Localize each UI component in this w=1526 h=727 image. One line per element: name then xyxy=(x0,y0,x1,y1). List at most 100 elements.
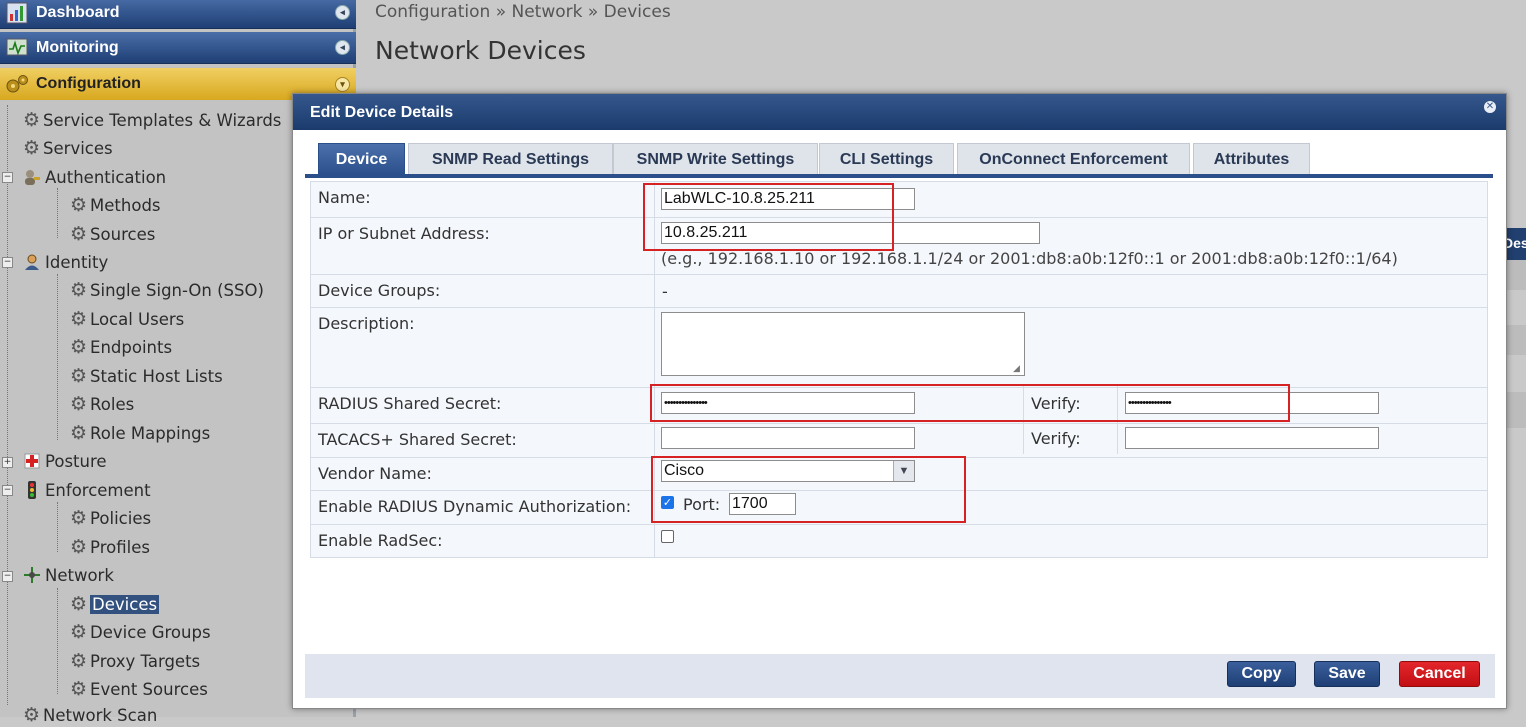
tree-item-device-groups[interactable]: ⚙ Device Groups xyxy=(70,620,211,644)
tacacs-secret-label: TACACS+ Shared Secret: xyxy=(310,423,655,458)
tacacs-secret-input[interactable] xyxy=(661,427,915,449)
tree-label: Role Mappings xyxy=(90,423,211,443)
gear-icon: ⚙ xyxy=(70,193,88,216)
tree-item-event-sources[interactable]: ⚙ Event Sources xyxy=(70,677,208,701)
device-groups-value: - xyxy=(662,282,668,301)
device-groups-label: Device Groups: xyxy=(310,274,655,308)
ip-format-hint: (e.g., 192.168.1.10 or 192.168.1.1/24 or… xyxy=(661,249,1398,268)
tree-item-local-users[interactable]: ⚙ Local Users xyxy=(70,307,184,331)
ip-address-input[interactable]: 10.8.25.211 xyxy=(661,222,1040,244)
tree-item-methods[interactable]: ⚙ Methods xyxy=(70,193,161,217)
tree-label: Posture xyxy=(45,451,107,471)
nav-dashboard[interactable]: Dashboard ◂ xyxy=(0,0,356,29)
tree-item-identity[interactable]: Identity xyxy=(23,250,108,274)
breadcrumb: Configuration » Network » Devices xyxy=(375,2,671,22)
tree-item-static-host-lists[interactable]: ⚙ Static Host Lists xyxy=(70,364,223,388)
collapse-icon[interactable]: − xyxy=(2,571,13,582)
tree-item-sso[interactable]: ⚙ Single Sign-On (SSO) xyxy=(70,278,264,302)
resize-handle-icon[interactable]: ◢ xyxy=(1013,364,1020,374)
tree-item-enforcement[interactable]: Enforcement xyxy=(23,478,151,502)
close-icon[interactable]: ✕ xyxy=(1484,101,1496,113)
gear-icon: ⚙ xyxy=(23,703,41,726)
background-table-row xyxy=(1505,392,1526,428)
tab-underline xyxy=(305,174,1493,178)
port-label: Port: xyxy=(683,495,721,514)
radius-verify-input[interactable]: ••••••••••••••• xyxy=(1125,392,1379,414)
tree-item-role-mappings[interactable]: ⚙ Role Mappings xyxy=(70,421,210,445)
tree-item-service-templates[interactable]: ⚙ Service Templates & Wizards xyxy=(23,108,281,132)
tree-item-sources[interactable]: ⚙ Sources xyxy=(70,222,155,246)
tab-snmp-write[interactable]: SNMP Write Settings xyxy=(613,143,818,175)
name-input[interactable]: LabWLC-10.8.25.211 xyxy=(661,188,915,210)
tree-item-endpoints[interactable]: ⚙ Endpoints xyxy=(70,335,172,359)
chevron-left-icon[interactable]: ◂ xyxy=(335,40,350,55)
background-table-row xyxy=(1505,325,1526,355)
tree-label: Methods xyxy=(90,195,161,215)
radius-verify-label: Verify: xyxy=(1031,394,1081,413)
tree-label: Policies xyxy=(90,508,152,528)
column-divider xyxy=(1023,386,1024,454)
gear-icon: ⚙ xyxy=(70,535,88,558)
tree-label: Services xyxy=(43,138,113,158)
tree-item-network-scan[interactable]: ⚙ Network Scan xyxy=(23,703,157,727)
nav-monitoring[interactable]: Monitoring ◂ xyxy=(0,32,356,64)
tab-attributes[interactable]: Attributes xyxy=(1193,143,1310,175)
gear-icon: ⚙ xyxy=(23,136,41,159)
port-input[interactable]: 1700 xyxy=(729,493,796,515)
radsec-checkbox[interactable] xyxy=(661,530,674,543)
chevron-down-icon[interactable]: ▼ xyxy=(893,461,914,481)
tree-item-services[interactable]: ⚙ Services xyxy=(23,136,113,160)
tree-item-policies[interactable]: ⚙ Policies xyxy=(70,506,151,530)
chevron-down-icon[interactable]: ▾ xyxy=(335,76,350,92)
tree-item-roles[interactable]: ⚙ Roles xyxy=(70,392,134,416)
column-divider xyxy=(1117,386,1118,454)
collapse-icon[interactable]: − xyxy=(2,485,13,496)
tab-device[interactable]: Device xyxy=(318,143,405,175)
gear-icon: ⚙ xyxy=(70,592,88,615)
tree-label: Roles xyxy=(90,394,135,414)
nav-configuration-label: Configuration xyxy=(36,75,141,92)
tree-item-posture[interactable]: Posture xyxy=(23,449,107,473)
tree-item-network[interactable]: Network xyxy=(23,563,114,587)
collapse-icon[interactable]: − xyxy=(2,257,13,268)
cancel-button[interactable]: Cancel xyxy=(1399,661,1480,687)
traffic-light-icon xyxy=(23,481,41,499)
dashboard-icon xyxy=(4,2,30,24)
collapse-icon[interactable]: − xyxy=(2,172,13,183)
dialog-title: Edit Device Details xyxy=(310,104,454,121)
tree-item-authentication[interactable]: Authentication xyxy=(23,165,166,189)
background-table-row xyxy=(1505,260,1526,290)
copy-button[interactable]: Copy xyxy=(1227,661,1296,687)
description-textarea[interactable] xyxy=(661,312,1025,376)
chevron-left-icon[interactable]: ◂ xyxy=(335,5,350,20)
tab-cli-settings[interactable]: CLI Settings xyxy=(819,143,954,175)
tab-onconnect[interactable]: OnConnect Enforcement xyxy=(957,143,1190,175)
nav-monitoring-label: Monitoring xyxy=(36,38,119,56)
gear-icon: ⚙ xyxy=(23,108,41,131)
tree-line xyxy=(57,274,58,440)
tree-item-profiles[interactable]: ⚙ Profiles xyxy=(70,535,150,559)
ip-label: IP or Subnet Address: xyxy=(310,217,655,275)
tree-label: Identity xyxy=(45,252,109,272)
page-title: Network Devices xyxy=(375,36,586,65)
edit-device-dialog: Edit Device Details ✕ Device SNMP Read S… xyxy=(292,93,1507,709)
tree-label: Enforcement xyxy=(45,480,151,500)
tree-line xyxy=(57,188,58,238)
expand-icon[interactable]: + xyxy=(2,457,13,468)
gear-icon: ⚙ xyxy=(70,506,88,529)
vendor-name-value: Cisco xyxy=(664,462,705,479)
tree-line xyxy=(57,502,58,552)
radius-secret-input[interactable]: ••••••••••••••• xyxy=(661,392,915,414)
vendor-name-select[interactable]: Cisco ▼ xyxy=(661,460,915,482)
tree-label: Endpoints xyxy=(90,337,173,357)
coa-checkbox[interactable]: ✓ xyxy=(661,496,674,509)
tab-snmp-read[interactable]: SNMP Read Settings xyxy=(408,143,613,175)
tree-item-devices[interactable]: ⚙ Devices xyxy=(70,592,160,616)
vendor-name-label: Vendor Name: xyxy=(310,457,655,491)
save-button[interactable]: Save xyxy=(1314,661,1380,687)
tacacs-verify-input[interactable] xyxy=(1125,427,1379,449)
tree-label: Device Groups xyxy=(90,622,211,642)
tree-line xyxy=(7,105,8,705)
tree-item-proxy-targets[interactable]: ⚙ Proxy Targets xyxy=(70,649,200,673)
users-key-icon xyxy=(23,168,41,186)
